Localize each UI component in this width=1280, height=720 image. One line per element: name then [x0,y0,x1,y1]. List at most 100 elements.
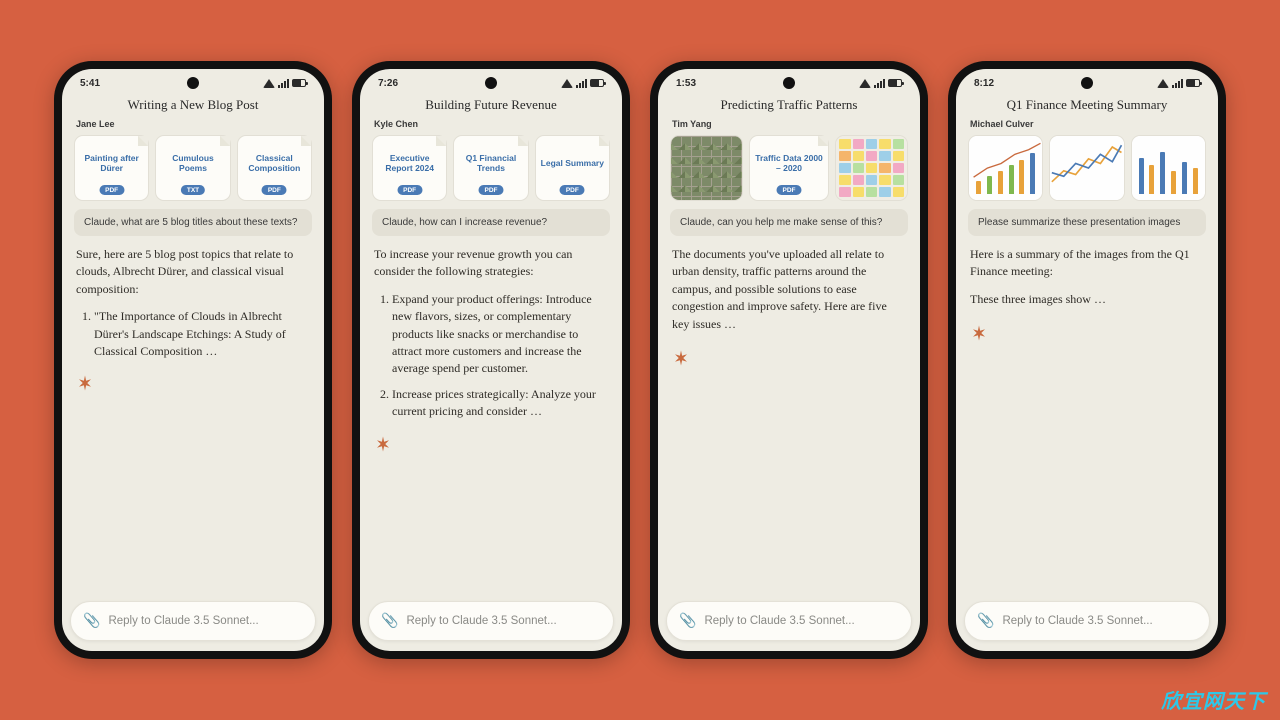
list-item: "The Importance of Clouds in Albrecht Dü… [94,308,310,360]
status-time: 7:26 [378,78,398,89]
reply-input[interactable]: 📎 Reply to Claude 3.5 Sonnet... [70,601,316,641]
attachment-card[interactable]: Executive Report 2024 PDF [372,135,447,201]
phone-2: 7:26 Building Future Revenue Kyle Chen E… [352,61,630,659]
user-name: Tim Yang [658,119,920,135]
attachment-label: Cumulous Poems [160,153,225,173]
signal-icon [874,79,885,88]
user-name: Kyle Chen [360,119,622,135]
attachment-image[interactable] [835,135,908,201]
status-time: 1:53 [676,78,696,89]
dog-ear-icon [138,136,148,146]
wifi-icon [1157,79,1169,88]
filetype-badge: PDF [777,185,802,195]
battery-icon [292,79,306,87]
watermark-text: 欣宜网天下 [1161,685,1266,714]
assistant-reply: The documents you've uploaded all relate… [658,246,920,601]
aerial-photo-thumb [671,136,742,200]
filetype-badge: PDF [99,185,124,195]
attachment-card[interactable]: Cumulous Poems TXT [155,135,230,201]
wifi-icon [263,79,275,88]
dog-ear-icon [599,136,609,146]
attachment-label: Legal Summary [541,158,604,168]
battery-icon [1186,79,1200,87]
phone-4: 8:12 Q1 Finance Meeting Summary Michael … [948,61,1226,659]
user-prompt: Please summarize these presentation imag… [968,209,1206,236]
reply-paragraph: The documents you've uploaded all relate… [672,246,906,333]
camera-cutout [783,77,795,89]
screen: 5:41 Writing a New Blog Post Jane Lee Pa… [62,69,324,651]
user-prompt: Claude, what are 5 blog titles about the… [74,209,312,236]
input-placeholder: Reply to Claude 3.5 Sonnet... [704,615,854,627]
status-indicators [263,79,306,88]
reply-input[interactable]: 📎 Reply to Claude 3.5 Sonnet... [964,601,1210,641]
attachments-row: Executive Report 2024 PDF Q1 Financial T… [360,135,622,209]
attach-icon[interactable]: 📎 [679,613,696,630]
sticky-notes-thumb [836,136,907,200]
user-name: Jane Lee [62,119,324,135]
signal-icon [278,79,289,88]
attach-icon[interactable]: 📎 [977,613,994,630]
dog-ear-icon [518,136,528,146]
list-item: Expand your product offerings: Introduce… [392,291,608,378]
page-title: Q1 Finance Meeting Summary [956,93,1218,119]
spark-icon [374,435,392,453]
battery-icon [888,79,902,87]
screen: 8:12 Q1 Finance Meeting Summary Michael … [956,69,1218,651]
status-time: 8:12 [974,78,994,89]
input-placeholder: Reply to Claude 3.5 Sonnet... [1002,615,1152,627]
assistant-reply: Sure, here are 5 blog post topics that r… [62,246,324,601]
attach-icon[interactable]: 📎 [83,613,100,630]
reply-list: "The Importance of Clouds in Albrecht Dü… [76,308,310,360]
signal-icon [1172,79,1183,88]
user-prompt: Claude, how can I increase revenue? [372,209,610,236]
attachment-image[interactable] [1049,135,1124,201]
reply-input[interactable]: 📎 Reply to Claude 3.5 Sonnet... [666,601,912,641]
list-item: Increase prices strategically: Analyze y… [392,386,608,421]
attachment-card[interactable]: Classical Composition PDF [237,135,312,201]
page-title: Building Future Revenue [360,93,622,119]
attachment-card[interactable]: Traffic Data 2000 – 2020 PDF [749,135,830,201]
reply-paragraph: To increase your revenue growth you can … [374,246,608,281]
attachment-card[interactable]: Legal Summary PDF [535,135,610,201]
attachment-image[interactable] [968,135,1043,201]
camera-cutout [187,77,199,89]
reply-list: Expand your product offerings: Introduce… [374,291,608,421]
battery-icon [590,79,604,87]
status-indicators [859,79,902,88]
signal-icon [576,79,587,88]
reply-input[interactable]: 📎 Reply to Claude 3.5 Sonnet... [368,601,614,641]
chart-thumb [1132,136,1205,200]
status-time: 5:41 [80,78,100,89]
phone-3: 1:53 Predicting Traffic Patterns Tim Yan… [650,61,928,659]
reply-paragraph: Here is a summary of the images from the… [970,246,1204,281]
attachments-row: Painting after Dürer PDF Cumulous Poems … [62,135,324,209]
dog-ear-icon [301,136,311,146]
filetype-badge: PDF [478,185,503,195]
attachment-label: Q1 Financial Trends [458,153,523,173]
wifi-icon [561,79,573,88]
dog-ear-icon [436,136,446,146]
wifi-icon [859,79,871,88]
attach-icon[interactable]: 📎 [381,613,398,630]
attachment-label: Classical Composition [242,153,307,173]
input-placeholder: Reply to Claude 3.5 Sonnet... [406,615,556,627]
user-name: Michael Culver [956,119,1218,135]
filetype-badge: PDF [397,185,422,195]
spark-icon [76,374,94,392]
status-indicators [561,79,604,88]
page-title: Predicting Traffic Patterns [658,93,920,119]
screen: 1:53 Predicting Traffic Patterns Tim Yan… [658,69,920,651]
attachment-image[interactable] [670,135,743,201]
page-title: Writing a New Blog Post [62,93,324,119]
attachment-card[interactable]: Painting after Dürer PDF [74,135,149,201]
attachment-image[interactable] [1131,135,1206,201]
reply-paragraph: Sure, here are 5 blog post topics that r… [76,246,310,298]
dog-ear-icon [220,136,230,146]
attachment-label: Executive Report 2024 [377,153,442,173]
input-placeholder: Reply to Claude 3.5 Sonnet... [108,615,258,627]
attachment-card[interactable]: Q1 Financial Trends PDF [453,135,528,201]
assistant-reply: To increase your revenue growth you can … [360,246,622,601]
status-indicators [1157,79,1200,88]
assistant-reply: Here is a summary of the images from the… [956,246,1218,601]
filetype-badge: TXT [181,185,205,195]
